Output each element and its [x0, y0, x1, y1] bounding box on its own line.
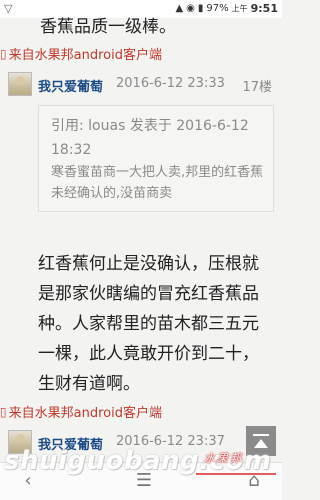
source-text: 来自水果邦android客户端: [8, 48, 162, 63]
quote-meta: 引用: louas 发表于 2016-6-12 18:32: [51, 118, 249, 158]
source-text: 来自水果邦android客户端: [8, 406, 162, 421]
phone-icon: ▯: [0, 46, 7, 61]
phone-icon: ▯: [0, 404, 7, 419]
source-label: ▯ 来自水果邦android客户端: [0, 44, 162, 64]
post-header: 我只爱葡萄 2016-6-12 23:33 17楼: [0, 70, 282, 98]
battery-percent: 97%: [206, 3, 229, 14]
quote-body: 寒香蜜苗商一大把人卖,邦里的红香蕉未经确认的,没苗商卖: [51, 165, 264, 201]
wifi-icon: ◉: [186, 3, 195, 14]
battery-icon: ▮: [197, 3, 204, 14]
username[interactable]: 我只爱葡萄: [38, 76, 103, 95]
post-date: 2016-6-12 23:33: [116, 76, 225, 91]
post-content: 红香蕉何止是没确认，压根就是那家伙瞎编的冒充红香蕉品种。人家帮里的苗木都三五元一…: [38, 254, 259, 394]
watermark-logo-text: 水果邦: [204, 452, 243, 465]
ampm-label: 上午: [231, 4, 248, 13]
signal-icon: ▲: [175, 3, 184, 14]
floor-number: 17楼: [242, 80, 272, 95]
source-label: ▯ 来自水果邦android客户端: [0, 402, 162, 422]
quote-block: 引用: louas 发表于 2016-6-12 18:32 寒香蜜苗商一大把人卖…: [38, 105, 274, 212]
partial-previous-post-text: 香蕉品质一级棒。: [40, 17, 176, 37]
status-right: ▲ ◉ ▮ 97% 上午 9:51: [175, 2, 278, 15]
watermark-logo-mark: [196, 473, 276, 485]
avatar[interactable]: [8, 72, 32, 96]
clock-time: 9:51: [250, 2, 278, 15]
notification-icon: ▽: [4, 2, 13, 15]
